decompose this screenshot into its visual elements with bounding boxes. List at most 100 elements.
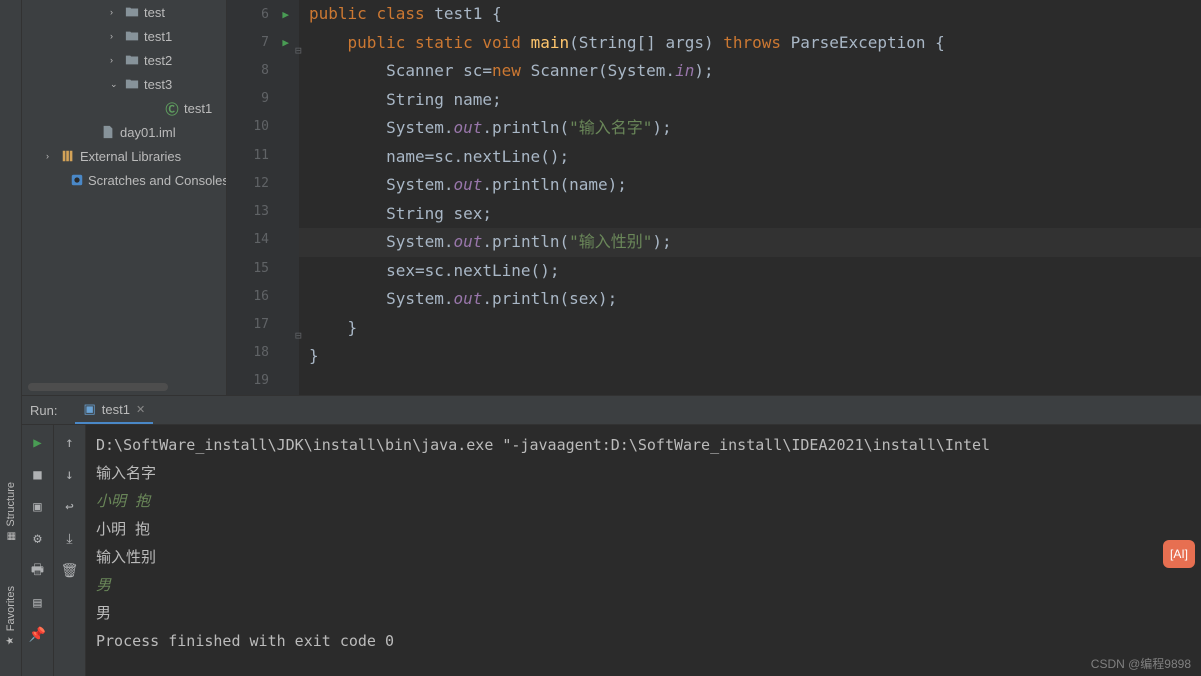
gutter-line[interactable]: 13 [227, 198, 299, 226]
run-header: Run: ▣ test1 ✕ [22, 396, 1201, 425]
run-config-icon: ▣ [83, 401, 95, 417]
code-line[interactable]: name=sc.nextLine(); [299, 143, 1201, 172]
gutter-line[interactable]: 18 [227, 339, 299, 367]
chevron-icon[interactable]: ⌄ [110, 79, 120, 90]
favorites-icon: ★ [5, 636, 16, 645]
folder-icon [124, 4, 140, 20]
tree-item-label: test1 [184, 101, 212, 116]
lib-icon [60, 148, 76, 164]
code-line[interactable]: public class test1 { [299, 0, 1201, 29]
settings-button[interactable]: ⚙ [28, 529, 48, 549]
code-editor[interactable]: 6▶7▶8910111213141516171819 public class … [227, 0, 1201, 395]
tree-item[interactable]: ⌄ test3 [22, 72, 226, 96]
scratch-icon [70, 172, 84, 188]
gutter-line[interactable]: 10 [227, 113, 299, 141]
tree-item-label: test1 [144, 29, 172, 44]
tree-item-label: test3 [144, 77, 172, 92]
project-tree[interactable]: › test › test1 › test2 ⌄ test3 Ⓒtest1 day01.iml › E… [22, 0, 227, 395]
gutter-line[interactable]: 11 [227, 141, 299, 169]
up-button[interactable]: ↑ [60, 433, 80, 453]
gutter-line[interactable]: 14 [227, 226, 299, 254]
run-toolbar: ▶ ■ ▣ ⚙ 🖶 ▤ 📌 ↑ ↓ ↩ ⤓ 🗑 [22, 425, 86, 676]
console-line: 男 [96, 599, 1191, 627]
file-icon [100, 124, 116, 140]
scroll-end-button[interactable]: ⤓ [60, 529, 80, 549]
chevron-icon[interactable]: › [110, 31, 120, 41]
code-line[interactable]: System.out.println(sex); [299, 285, 1201, 314]
gutter-line[interactable]: 7▶ [227, 28, 299, 56]
tree-item[interactable]: Scratches and Consoles [22, 168, 226, 192]
chevron-icon[interactable]: › [110, 55, 120, 65]
chevron-icon[interactable]: › [46, 151, 56, 161]
run-gutter-icon[interactable]: ▶ [282, 36, 289, 49]
tree-item-label: Scratches and Consoles [88, 173, 227, 188]
run-tab[interactable]: ▣ test1 ✕ [75, 396, 153, 424]
watermark: CSDN @编程9898 [1091, 655, 1191, 672]
gutter-line[interactable]: 19 [227, 367, 299, 395]
tree-scrollbar[interactable] [28, 383, 168, 391]
tree-item[interactable]: › test1 [22, 24, 226, 48]
print-button[interactable]: 🖶 [28, 561, 48, 581]
code-line[interactable]: System.out.println("输入性别"); [299, 228, 1201, 257]
gutter-line[interactable]: 17 [227, 310, 299, 338]
tree-item[interactable]: › test [22, 0, 226, 24]
tree-item-label: test [144, 5, 165, 20]
structure-label: Structure [5, 482, 17, 527]
code-line[interactable]: System.out.println(name); [299, 171, 1201, 200]
console-output[interactable]: D:\SoftWare_install\JDK\install\bin\java… [86, 425, 1201, 676]
gutter-line[interactable]: 8 [227, 56, 299, 84]
gutter-line[interactable]: 9 [227, 85, 299, 113]
pin-button[interactable]: 📌 [28, 625, 48, 645]
tree-item[interactable]: Ⓒtest1 [22, 96, 226, 120]
chevron-icon[interactable]: › [110, 7, 120, 17]
console-line: 小明 抱 [96, 515, 1191, 543]
code-line[interactable]: String sex; [299, 200, 1201, 229]
console-line: 小明 抱 [96, 487, 1191, 515]
ai-badge[interactable]: [AI] [1163, 540, 1195, 568]
code-line[interactable]: ⊟ } [299, 314, 1201, 343]
rerun-button[interactable]: ▶ [28, 433, 48, 453]
code-line[interactable]: Scanner sc=new Scanner(System.in); [299, 57, 1201, 86]
console-line: 输入性别 [96, 543, 1191, 571]
code-area[interactable]: public class test1 {⊟ public static void… [299, 0, 1201, 395]
gutter-line[interactable]: 16 [227, 282, 299, 310]
down-button[interactable]: ↓ [60, 465, 80, 485]
console-line: Process finished with exit code 0 [96, 627, 1191, 655]
stop-button[interactable]: ■ [28, 465, 48, 485]
run-label: Run: [30, 403, 57, 418]
structure-tab[interactable]: ▦ Structure [3, 478, 19, 546]
tree-item-label: External Libraries [80, 149, 181, 164]
left-tool-strip: ▦ Structure ★ Favorites [0, 0, 22, 676]
run-gutter-icon[interactable]: ▶ [282, 8, 289, 21]
editor-gutter: 6▶7▶8910111213141516171819 [227, 0, 299, 395]
code-line[interactable]: String name; [299, 86, 1201, 115]
console-line: 输入名字 [96, 459, 1191, 487]
structure-icon: ▦ [5, 532, 16, 541]
console-line: 男 [96, 571, 1191, 599]
code-line[interactable]: ⊟ public static void main(String[] args)… [299, 29, 1201, 58]
run-tab-label: test1 [102, 402, 130, 417]
class-icon: Ⓒ [164, 100, 180, 116]
code-line[interactable]: } [299, 342, 1201, 371]
tree-item-label: test2 [144, 53, 172, 68]
tree-item[interactable]: day01.iml [22, 120, 226, 144]
camera-button[interactable]: ▣ [28, 497, 48, 517]
code-line[interactable]: sex=sc.nextLine(); [299, 257, 1201, 286]
tree-item[interactable]: › test2 [22, 48, 226, 72]
gutter-line[interactable]: 6▶ [227, 0, 299, 28]
soft-wrap-button[interactable]: ↩ [60, 497, 80, 517]
layout-button[interactable]: ▤ [28, 593, 48, 613]
gutter-line[interactable]: 15 [227, 254, 299, 282]
favorites-label: Favorites [5, 586, 17, 631]
tree-item[interactable]: › External Libraries [22, 144, 226, 168]
run-panel: Run: ▣ test1 ✕ ▶ ■ ▣ ⚙ 🖶 ▤ 📌 ↑ [22, 395, 1201, 676]
close-icon[interactable]: ✕ [136, 403, 145, 416]
clear-button[interactable]: 🗑 [60, 561, 80, 581]
gutter-line[interactable]: 12 [227, 169, 299, 197]
console-line: D:\SoftWare_install\JDK\install\bin\java… [96, 431, 1191, 459]
folder-icon [124, 76, 140, 92]
favorites-tab[interactable]: ★ Favorites [3, 582, 19, 650]
folder-icon [124, 52, 140, 68]
tree-item-label: day01.iml [120, 125, 176, 140]
code-line[interactable]: System.out.println("输入名字"); [299, 114, 1201, 143]
